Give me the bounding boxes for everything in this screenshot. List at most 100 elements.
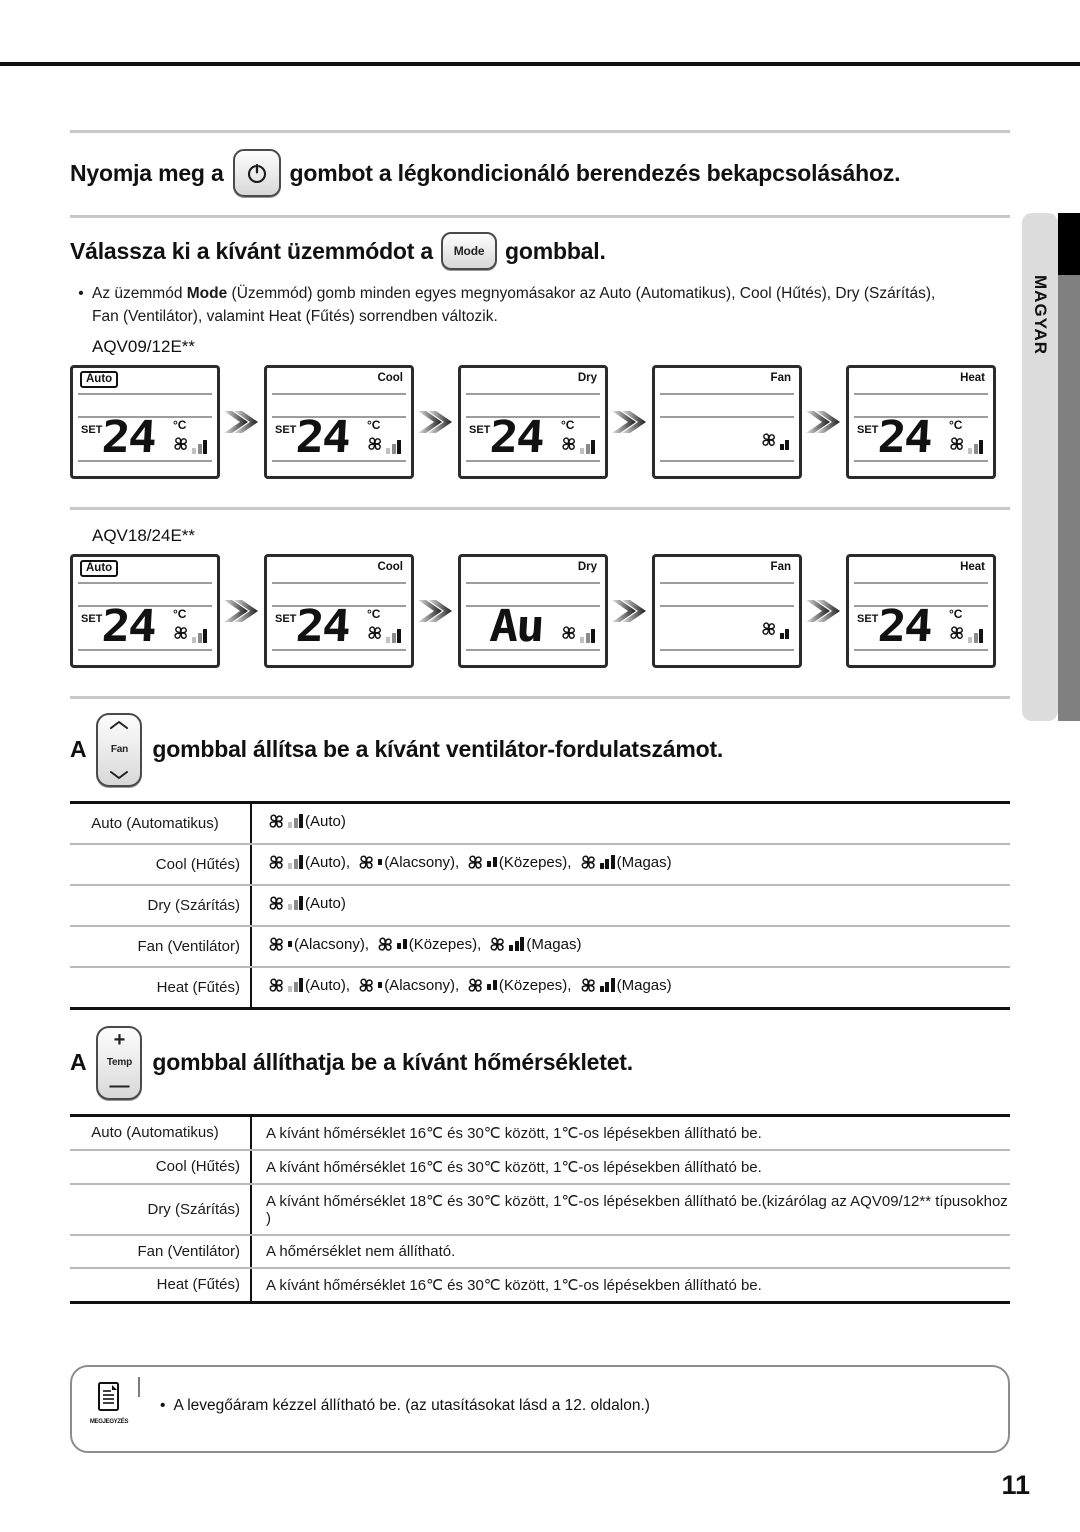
model-label-1: AQV09/12E**	[92, 336, 196, 356]
plus-icon: +	[113, 1028, 126, 1051]
lcd-mode-label: Dry	[577, 371, 597, 384]
fan-table-mode-label: Dry (Szárítás)	[70, 884, 252, 927]
content-column: Nyomja meg a gombot a légkondicionáló be…	[70, 0, 1010, 1304]
step-power: Nyomja meg a gombot a légkondicionáló be…	[70, 149, 1010, 197]
lcd-mode-label: Cool	[377, 371, 403, 384]
bullet-marker: •	[78, 285, 84, 302]
step-temp: A + Temp — gombbal állíthatja be a kíván…	[70, 1025, 1010, 1100]
fan-speed-option-label: (Közepes),	[408, 935, 482, 953]
temp-table-description: A hőmérséklet nem állítható.	[251, 1234, 1010, 1269]
lcd-set-label: SET	[275, 612, 297, 625]
fan-icon	[368, 625, 381, 639]
fan-speed-option: (Auto),	[266, 852, 350, 873]
fan-level-bars-auto	[386, 439, 401, 454]
flow-arrow-icon	[418, 410, 452, 433]
fan-icon	[761, 621, 775, 635]
fan-icon	[581, 855, 595, 869]
fan-level-bars-auto	[192, 628, 207, 643]
minus-icon: —	[109, 1074, 130, 1097]
lcd-degree-unit: °C	[173, 606, 187, 621]
flow-arrow-icon	[612, 599, 646, 622]
model-label-2: AQV18/24E**	[92, 525, 196, 545]
lcd-set-label: SET	[857, 612, 879, 625]
lcd-temperature-value: Au	[488, 600, 545, 652]
mode-bullet-emphasis: Mode	[186, 285, 228, 302]
fan-icon	[761, 432, 775, 446]
lcd-mode-label: Auto	[80, 559, 119, 577]
fan-speed-option: (Magas)	[487, 934, 581, 955]
temp-button-label: Temp	[106, 1057, 132, 1068]
mode-bullet-line1-a: Az üzemmód	[92, 285, 187, 302]
fan-level-bars-medium	[487, 980, 497, 990]
fan-speed-option-label: (Auto)	[305, 812, 346, 830]
fan-level-bars-high	[599, 855, 615, 869]
fan-speed-option: (Alacsony),	[356, 852, 459, 873]
table-row: Dry (Szárítás) (Auto)	[70, 884, 1010, 927]
fan-icon	[378, 937, 392, 951]
mode-button[interactable]: Mode	[441, 232, 498, 270]
fan-button-label: Fan	[110, 744, 129, 755]
fan-level-bars-auto	[192, 439, 207, 454]
fan-speed-option: (Magas)	[578, 975, 672, 996]
fan-button[interactable]: Fan	[96, 712, 143, 787]
fan-speed-option: (Auto),	[266, 975, 350, 996]
fan-icon	[581, 978, 595, 992]
table-row: Cool (Hűtés) A kívánt hőmérséklet 16℃ és …	[70, 1149, 1010, 1185]
fan-icon	[269, 896, 283, 910]
fan-speed-option-label: (Auto),	[305, 976, 351, 994]
temp-button[interactable]: + Temp —	[96, 1025, 143, 1100]
fan-speed-option: (Magas)	[578, 852, 672, 873]
language-tab: MAGYAR	[1022, 213, 1058, 721]
fan-table-values: (Auto), (Alacsony), (Közepes), (Magas)	[251, 843, 1010, 886]
note-icon-group: MEGJEGYZÉS	[86, 1381, 132, 1425]
fan-icon	[359, 855, 373, 869]
temp-table-description: A kívánt hőmérséklet 16℃ és 30℃ között, …	[266, 1276, 762, 1294]
fan-icon	[950, 436, 963, 450]
lcd-set-label: SET	[81, 423, 103, 436]
fan-speed-option: (Alacsony),	[266, 934, 369, 955]
lcd-mode-label: Heat	[960, 371, 985, 384]
fan-speed-option-label: (Közepes),	[498, 976, 572, 994]
fan-level-bars-low	[378, 982, 383, 988]
fan-icon	[269, 814, 283, 828]
edge-bar-marker	[1058, 213, 1080, 275]
fan-speed-option-label: (Alacsony),	[384, 976, 460, 994]
fan-icon	[359, 978, 373, 992]
fan-speed-option-label: (Magas)	[616, 976, 672, 994]
lcd-set-label: SET	[81, 612, 103, 625]
fan-speed-option-label: (Közepes),	[498, 853, 572, 871]
lcd-degree-unit: °C	[367, 417, 381, 432]
fan-icon	[269, 937, 283, 951]
temperature-range-table: Auto (Automatikus) A kívánt hőmérséklet 1…	[70, 1116, 1010, 1301]
lcd-set-label: SET	[275, 423, 297, 436]
power-button[interactable]	[232, 149, 281, 197]
document-icon	[98, 1382, 119, 1411]
table-row: Fan (Ventilátor) A hőmérséklet nem állíth…	[70, 1234, 1010, 1269]
table-row: Auto (Automatikus) (Auto)	[70, 803, 1010, 845]
manual-page: MAGYAR Nyomja meg a gombot a légkondicio…	[0, 0, 1080, 1532]
lcd-mode-label: Auto	[80, 370, 119, 388]
fan-level-bars-auto	[288, 978, 303, 992]
step-temp-text-before: A	[70, 1049, 87, 1075]
lcd-temperature-value: 24	[876, 411, 933, 463]
fan-level-bars-auto	[288, 814, 303, 828]
fan-speed-option-label: (Auto)	[305, 894, 346, 912]
fan-icon	[468, 978, 483, 992]
fan-icon	[174, 625, 187, 639]
note-bullet: •	[160, 1397, 166, 1414]
fan-level-bars-auto	[580, 628, 595, 643]
divider-above-power-step	[70, 130, 1010, 133]
fan-level-bars-auto	[288, 855, 303, 869]
step-power-text-after: gombot a légkondicionáló berendezés beka…	[289, 159, 901, 186]
chevron-down-icon	[110, 770, 129, 779]
lcd-degree-unit: °C	[949, 417, 963, 432]
temp-table-mode-label: Dry (Szárítás)	[70, 1183, 252, 1236]
flow-arrow-icon	[224, 599, 258, 622]
fan-level-bars-medium	[397, 939, 407, 949]
lcd-fan-indicator	[365, 434, 401, 454]
fan-speed-option: (Alacsony),	[356, 975, 459, 996]
step-mode: Válassza ki a kívánt üzemmódot a Mode go…	[70, 232, 1010, 270]
fan-table-values: (Alacsony), (Közepes), (Magas)	[251, 925, 1010, 968]
lcd-mode-label: Cool	[377, 560, 403, 573]
fan-level-bars-high	[599, 978, 615, 992]
